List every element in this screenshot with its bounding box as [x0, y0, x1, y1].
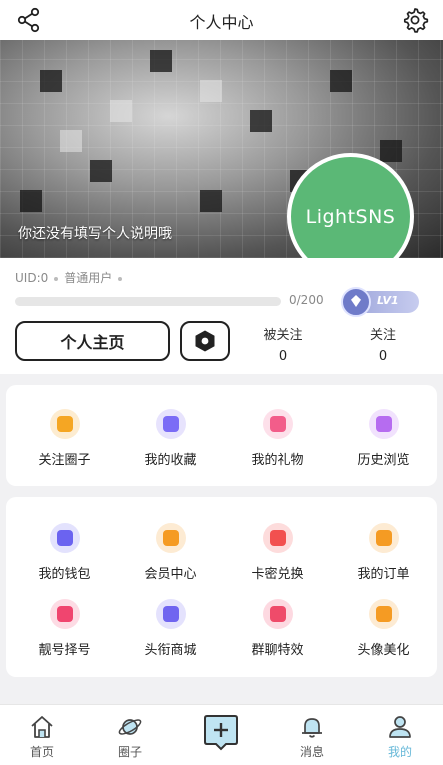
clock-icon [368, 409, 399, 439]
add-icon [204, 715, 238, 751]
services-card: 我的钱包 会员中心 卡密兑换 我的订单 靓号择号 头衔商城 群聊特效 头像美化 [6, 497, 437, 677]
avatar-text: LightSNS [305, 205, 396, 228]
medal-icon [155, 599, 186, 629]
followers-count: 0 [278, 349, 288, 364]
user-icon [389, 716, 411, 738]
uid-value: UID:0 [15, 271, 49, 285]
page-title: 个人中心 [189, 13, 254, 32]
uid-line: UID:0 普通用户 [15, 269, 128, 286]
hexagon-button[interactable] [180, 321, 230, 361]
crown-icon [155, 523, 186, 553]
bell-icon [302, 718, 322, 738]
tab-home[interactable]: 首页 [12, 714, 72, 760]
followers-label: 被关注 [263, 328, 303, 343]
bear-icon [368, 599, 399, 629]
level-text: LV1 [377, 294, 399, 307]
user-role: 普通用户 [64, 271, 113, 285]
grid-item-avatar-beautify[interactable]: 头像美化 [330, 599, 437, 658]
grid-item-gifts[interactable]: 我的礼物 [224, 409, 331, 468]
grid-item-vip-center[interactable]: 会员中心 [117, 523, 224, 582]
profile-description: 你还没有填写个人说明哦 [18, 226, 172, 242]
tab-circle[interactable]: 圈子 [100, 714, 160, 760]
home-icon [31, 716, 53, 738]
diamond-icon [341, 287, 371, 317]
tag-icon [49, 599, 80, 629]
grid-item-follow-circle[interactable]: 关注圈子 [11, 409, 118, 468]
gift-icon [262, 409, 293, 439]
tab-messages[interactable]: 消息 [282, 714, 342, 760]
grid-item-favorites[interactable]: 我的收藏 [117, 409, 224, 468]
personal-homepage-button[interactable]: 个人主页 [15, 321, 170, 361]
planet-icon [118, 719, 142, 735]
hexagon-icon [195, 330, 215, 352]
exp-text: 0/200 [289, 293, 324, 307]
following-count: 0 [378, 349, 388, 364]
tab-mine[interactable]: 我的 [370, 714, 430, 760]
followers-stat[interactable]: 被关注 0 [253, 324, 313, 364]
box-icon [155, 409, 186, 439]
following-label: 关注 [369, 328, 396, 343]
bookmark-icon [49, 409, 80, 439]
exp-progress-bar [15, 297, 281, 306]
quick-links-card: 关注圈子 我的收藏 我的礼物 历史浏览 [6, 385, 437, 486]
grid-item-card-redeem[interactable]: 卡密兑换 [224, 523, 331, 582]
bottom-tab-bar: 首页 圈子 消息 我的 [0, 704, 443, 765]
grid-item-pretty-id[interactable]: 靓号择号 [11, 599, 118, 658]
top-bar: 个人中心 [0, 0, 443, 40]
coupon-icon [262, 523, 293, 553]
tab-add[interactable] [202, 713, 240, 751]
gear-icon[interactable] [401, 6, 429, 34]
palette-icon [262, 599, 293, 629]
grid-item-history[interactable]: 历史浏览 [330, 409, 437, 468]
profile-info: UID:0 普通用户 0/200 LV1 个人主页 被关注 0 关注 0 [0, 258, 443, 374]
grid-item-chat-effects[interactable]: 群聊特效 [224, 599, 331, 658]
grid-item-orders[interactable]: 我的订单 [330, 523, 437, 582]
following-stat[interactable]: 关注 0 [353, 324, 413, 364]
grid-item-wallet[interactable]: 我的钱包 [11, 523, 118, 582]
wallet-icon [49, 523, 80, 553]
level-badge: LV1 [341, 287, 419, 317]
cart-icon [368, 523, 399, 553]
grid-item-title-shop[interactable]: 头衔商城 [117, 599, 224, 658]
